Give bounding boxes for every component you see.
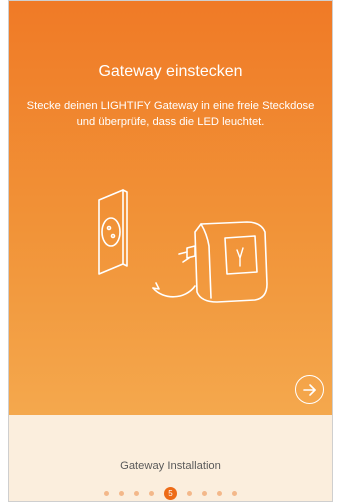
page-dot[interactable] [134,491,139,496]
footer: Gateway Installation 5 [9,415,332,501]
hero-panel: Gateway einstecken Stecke deinen LIGHTIF… [9,1,332,415]
page-dot[interactable] [232,491,237,496]
step-label: Gateway Installation [120,460,221,472]
instruction-text: Stecke deinen LIGHTIFY Gateway in eine f… [26,100,315,128]
page-dot[interactable] [149,491,154,496]
app-screen: Gateway einstecken Stecke deinen LIGHTIF… [8,0,333,502]
plug-gateway-illustration [98,189,268,303]
page-dot[interactable] [119,491,124,496]
page-dot[interactable] [104,491,109,496]
wall-socket-icon [98,189,128,275]
page-title: Gateway einstecken [98,63,243,80]
page-dot[interactable] [202,491,207,496]
pagination-dots: 5 [9,487,332,500]
next-button[interactable] [295,375,324,404]
page-dot-active[interactable]: 5 [164,487,177,500]
page-dot[interactable] [217,491,222,496]
curved-arrow-icon [152,285,196,298]
page-dot[interactable] [187,491,192,496]
arrow-right-icon [302,383,316,396]
